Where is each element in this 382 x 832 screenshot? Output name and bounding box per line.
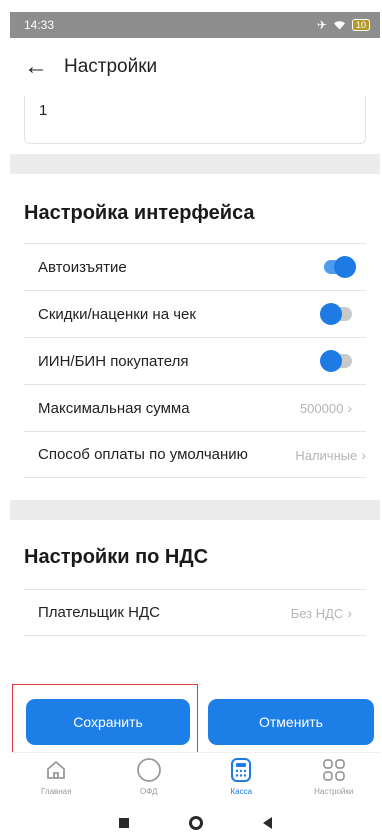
payment-method-value: Наличные bbox=[295, 447, 358, 463]
back-arrow-icon[interactable]: ← bbox=[24, 55, 48, 79]
section-title-interface: Настройка интерфейса bbox=[24, 202, 255, 224]
previous-input-field[interactable]: 1 bbox=[24, 96, 366, 144]
interface-settings-list: Автоизъятие Скидки/наценки на чек ИИН/БИ… bbox=[10, 243, 380, 478]
airplane-icon: ✈ bbox=[316, 18, 327, 32]
tab-home[interactable]: Главная bbox=[16, 757, 96, 796]
section-title-vat: Настройки по НДС bbox=[24, 546, 209, 568]
bottom-tab-bar: Главная ОФД Касса Настройки bbox=[10, 752, 380, 808]
status-bar: 14:33 ✈ 10 bbox=[10, 12, 380, 38]
tab-label: Касса bbox=[230, 787, 253, 796]
row-label: Плательщик НДС bbox=[38, 604, 160, 621]
row-value: Наличные › bbox=[295, 447, 366, 463]
calculator-icon bbox=[228, 757, 254, 783]
row-max-sum[interactable]: Максимальная сумма 500000 › bbox=[24, 384, 366, 431]
vat-settings-list: Плательщик НДС Без НДС › bbox=[10, 589, 380, 636]
home-button-icon[interactable] bbox=[188, 816, 203, 830]
page-title: Настройки bbox=[64, 56, 158, 77]
interface-settings-section: Настройка интерфейса Автоизъятие Скидки/… bbox=[10, 174, 380, 478]
section-divider bbox=[10, 500, 380, 520]
row-buyer-iin[interactable]: ИИН/БИН покупателя bbox=[24, 337, 366, 384]
max-sum-value: 500000 bbox=[299, 401, 344, 416]
wifi-icon bbox=[333, 21, 345, 30]
chevron-right-icon: › bbox=[347, 604, 352, 621]
back-triangle-icon[interactable] bbox=[262, 817, 272, 829]
vat-settings-section: Настройки по НДС Плательщик НДС Без НДС › bbox=[10, 520, 380, 636]
home-icon bbox=[43, 757, 69, 783]
phone-screen: 14:33 ✈ 10 ← Настройки 1 Настройка интер… bbox=[10, 12, 380, 832]
chevron-right-icon: › bbox=[361, 446, 366, 463]
app-header: ← Настройки bbox=[10, 38, 380, 96]
tab-settings[interactable]: Настройки bbox=[294, 757, 374, 796]
system-nav-bar bbox=[10, 810, 380, 832]
section-divider bbox=[10, 154, 380, 174]
tab-label: ОФД bbox=[140, 787, 158, 796]
row-value: Без НДС › bbox=[291, 605, 352, 621]
vat-payer-value: Без НДС bbox=[290, 605, 344, 621]
tab-cashier[interactable]: Касса bbox=[201, 757, 281, 796]
row-vat-payer[interactable]: Плательщик НДС Без НДС › bbox=[24, 589, 366, 636]
recent-apps-icon[interactable] bbox=[118, 818, 129, 828]
row-label: Автоизъятие bbox=[38, 258, 127, 276]
toggle-buyer-iin[interactable] bbox=[320, 350, 352, 372]
status-icons: ✈ 10 bbox=[317, 18, 370, 32]
row-label: Максимальная сумма bbox=[38, 399, 190, 417]
row-auto-withdrawal[interactable]: Автоизъятие bbox=[24, 243, 366, 290]
grid-icon bbox=[321, 757, 347, 783]
row-label: ИИН/БИН покупателя bbox=[38, 352, 189, 370]
tab-ofd[interactable]: ОФД bbox=[109, 757, 189, 796]
row-label: Скидки/наценки на чек bbox=[38, 305, 196, 323]
toggle-auto-withdrawal[interactable] bbox=[324, 256, 356, 278]
tab-label: Настройки bbox=[314, 787, 354, 796]
row-default-payment[interactable]: Способ оплаты по умолчанию Наличные › bbox=[24, 431, 366, 478]
battery-icon: 10 bbox=[351, 19, 370, 31]
footer-buttons: Сохранить Отменить bbox=[10, 687, 380, 757]
row-discounts[interactable]: Скидки/наценки на чек bbox=[24, 290, 366, 337]
toggle-discounts[interactable] bbox=[320, 303, 352, 325]
save-button[interactable]: Сохранить bbox=[26, 699, 190, 745]
status-time: 14:33 bbox=[24, 18, 55, 32]
circle-icon bbox=[136, 757, 162, 783]
tab-label: Главная bbox=[41, 787, 72, 796]
row-label: Способ оплаты по умолчанию bbox=[38, 446, 248, 463]
row-value: 500000 › bbox=[300, 400, 352, 416]
cancel-button[interactable]: Отменить bbox=[208, 699, 374, 745]
chevron-right-icon: › bbox=[347, 400, 352, 416]
